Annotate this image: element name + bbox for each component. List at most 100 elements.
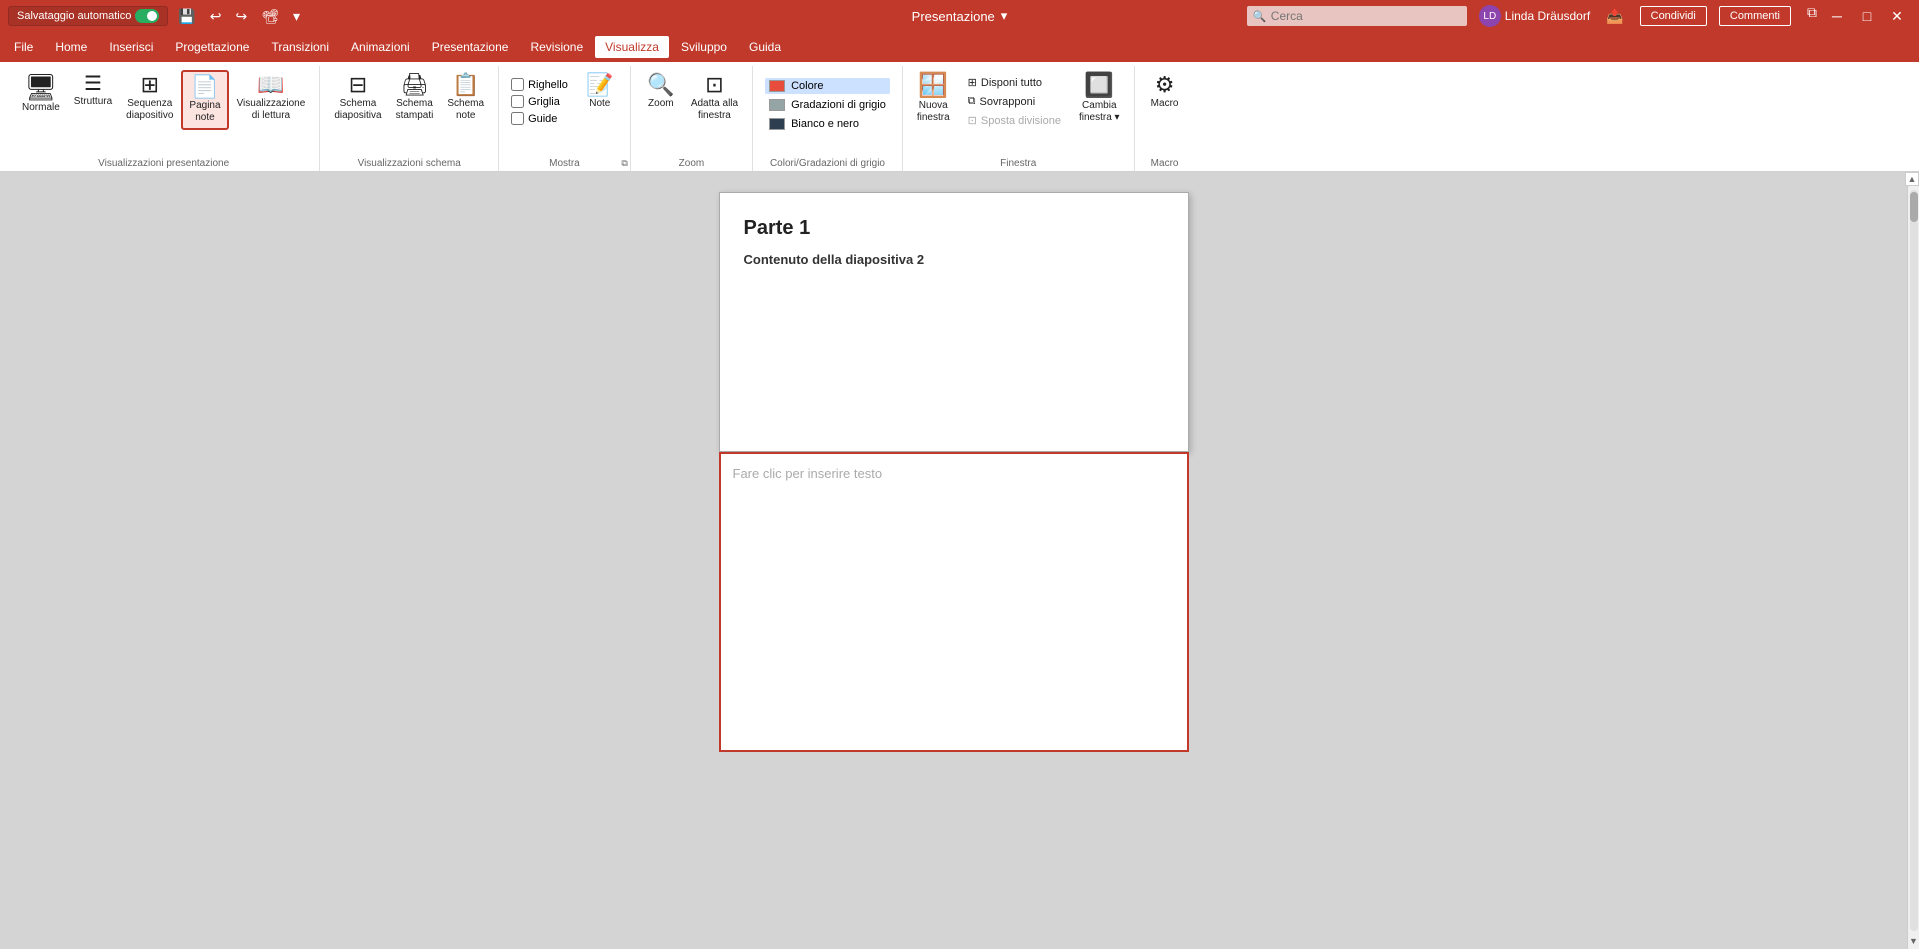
scroll-thumb[interactable] [1910, 192, 1918, 222]
section-label-macro: Macro [1135, 158, 1195, 169]
btn-sovrapponi[interactable]: ⧉ Sovrapponi [964, 93, 1065, 110]
section-label-finestra: Finestra [903, 158, 1134, 169]
sovrapponi-label: Sovrapponi [980, 96, 1036, 108]
btn-schema-diapositiva[interactable]: ⊟ Schemadiapositiva [328, 70, 387, 126]
checkbox-griglia[interactable]: Griglia [511, 95, 568, 108]
btn-struttura[interactable]: ☰ Struttura [68, 70, 118, 112]
autosave-label: Salvataggio automatico [17, 10, 131, 22]
slide-page: Parte 1 Contenuto della diapositiva 2 [719, 192, 1189, 452]
gradazioni-label: Gradazioni di grigio [791, 99, 886, 111]
menu-sviluppo[interactable]: Sviluppo [671, 36, 737, 58]
schema-note-icon: 📋 [452, 74, 479, 96]
btn-normale[interactable]: 🖥 Normale [16, 70, 66, 118]
restore-icon[interactable]: ⧉ [1803, 2, 1821, 30]
menu-file[interactable]: File [4, 36, 43, 58]
ribbon-section-mostra: Righello Griglia Guide 📝 Note ⧉ Mostra [499, 66, 631, 171]
btn-zoom[interactable]: 🔍 Zoom [639, 70, 683, 114]
notes-placeholder: Fare clic per inserire testo [733, 466, 883, 481]
title-bar-left: Salvataggio automatico 💾 ↩ ↪ 📽 ▾ [8, 6, 304, 27]
section-label-colori: Colori/Gradazioni di grigio [753, 158, 902, 169]
menu-visualizza[interactable]: Visualizza [595, 36, 669, 58]
color-group: Colore Gradazioni di grigio Bianco e ner… [761, 70, 894, 140]
color-item-gradazioni[interactable]: Gradazioni di grigio [765, 97, 890, 113]
guide-checkbox[interactable] [511, 112, 524, 125]
ribbon-section-vis-presentazione: 🖥 Normale ☰ Struttura ⊞ Sequenzadiaposit… [8, 66, 320, 171]
zoom-icon: 🔍 [647, 74, 674, 96]
search-input[interactable] [1247, 6, 1467, 26]
ribbon-section-vis-schema: ⊟ Schemadiapositiva 🖨 Schemastampati 📋 S… [320, 66, 499, 171]
menu-presentazione[interactable]: Presentazione [422, 36, 519, 58]
menu-transizioni[interactable]: Transizioni [261, 36, 339, 58]
ribbon-collapse-button[interactable]: ▲ [1905, 172, 1919, 186]
schema-stampati-icon: 🖨 [401, 74, 429, 96]
cambia-finestra-icon: 🔲 [1084, 74, 1114, 98]
menu-progettazione[interactable]: Progettazione [165, 36, 259, 58]
btn-schema-note[interactable]: 📋 Schemanote [441, 70, 490, 126]
righello-checkbox[interactable] [511, 78, 524, 91]
schema-stampati-label: Schemastampati [396, 98, 434, 122]
gradazioni-swatch [769, 99, 785, 111]
share-label: Condividi [1651, 10, 1696, 22]
btn-nuova-finestra[interactable]: 🪟 Nuovafinestra [911, 70, 956, 128]
menu-animazioni[interactable]: Animazioni [341, 36, 420, 58]
minimize-button[interactable]: ─ [1823, 2, 1851, 30]
menu-revisione[interactable]: Revisione [520, 36, 593, 58]
checkbox-guide[interactable]: Guide [511, 112, 568, 125]
autosave-toggle-circle[interactable] [135, 9, 159, 23]
normale-icon: 🖥 [24, 74, 57, 100]
vis-lettura-label: Visualizzazionedi lettura [237, 98, 306, 122]
maximize-button[interactable]: □ [1853, 2, 1881, 30]
color-item-colore[interactable]: Colore [765, 78, 890, 94]
guide-label: Guide [528, 113, 557, 125]
struttura-icon: ☰ [84, 74, 102, 94]
checkbox-righello[interactable]: Righello [511, 78, 568, 91]
present-icon[interactable]: 📽 [257, 6, 283, 27]
menu-guida[interactable]: Guida [739, 36, 791, 58]
slide-container: Parte 1 Contenuto della diapositiva 2 Fa… [719, 192, 1189, 752]
note-label: Note [589, 98, 610, 110]
griglia-checkbox[interactable] [511, 95, 524, 108]
schema-diapositiva-icon: ⊟ [349, 74, 367, 96]
btn-disponi-tutto[interactable]: ⊞ Disponi tutto [964, 74, 1065, 91]
struttura-label: Struttura [74, 96, 112, 108]
comments-button[interactable]: Commenti [1719, 6, 1791, 26]
btn-schema-stampati[interactable]: 🖨 Schemastampati [390, 70, 440, 126]
share-button[interactable]: Condividi [1640, 6, 1707, 26]
btn-macro[interactable]: ⚙ Macro [1143, 70, 1187, 114]
notes-container[interactable]: Fare clic per inserire testo [719, 452, 1189, 752]
righello-label: Righello [528, 79, 568, 91]
close-button[interactable]: ✕ [1883, 2, 1911, 30]
btn-sposta-divisione: ⊡ Sposta divisione [964, 112, 1065, 129]
color-item-bianco-nero[interactable]: Bianco e nero [765, 116, 890, 132]
window-controls: ⧉ ─ □ ✕ [1803, 2, 1911, 30]
pagina-note-label: Paginanote [189, 100, 220, 124]
share-icon[interactable]: 📤 [1602, 6, 1627, 27]
section-label-zoom: Zoom [631, 158, 752, 169]
save-icon[interactable]: 💾 [174, 6, 199, 27]
scroll-down-arrow[interactable]: ▼ [1908, 933, 1919, 949]
macro-label: Macro [1151, 98, 1179, 110]
menu-home[interactable]: Home [45, 36, 97, 58]
section-label-vis-presentazione: Visualizzazioni presentazione [8, 158, 319, 169]
comments-label: Commenti [1730, 10, 1780, 22]
ribbon-section-macro: ⚙ Macro Macro [1135, 66, 1195, 171]
menu-inserisci[interactable]: Inserisci [99, 36, 163, 58]
btn-sequenza-diapositivo[interactable]: ⊞ Sequenzadiapositivo [120, 70, 179, 126]
customize-icon[interactable]: ▾ [289, 6, 304, 27]
btn-note[interactable]: 📝 Note [578, 70, 622, 114]
redo-icon[interactable]: ↪ [232, 6, 252, 27]
nuova-finestra-label: Nuovafinestra [917, 100, 950, 124]
griglia-label: Griglia [528, 96, 560, 108]
btn-pagina-note[interactable]: 📄 Paginanote [181, 70, 228, 130]
colore-label: Colore [791, 80, 823, 92]
btn-adatta-finestra[interactable]: ⊡ Adatta allafinestra [685, 70, 744, 126]
adatta-finestra-icon: ⊡ [705, 74, 723, 96]
btn-vis-lettura[interactable]: 📖 Visualizzazionedi lettura [231, 70, 312, 126]
sposta-divisione-icon: ⊡ [968, 114, 977, 127]
normale-label: Normale [22, 102, 60, 114]
autosave-toggle[interactable]: Salvataggio automatico [8, 6, 168, 26]
section-label-vis-schema: Visualizzazioni schema [320, 158, 498, 169]
btn-cambia-finestra[interactable]: 🔲 Cambiafinestra ▾ [1073, 70, 1126, 128]
title-bar: Salvataggio automatico 💾 ↩ ↪ 📽 ▾ Present… [0, 0, 1919, 32]
undo-icon[interactable]: ↩ [206, 6, 226, 27]
